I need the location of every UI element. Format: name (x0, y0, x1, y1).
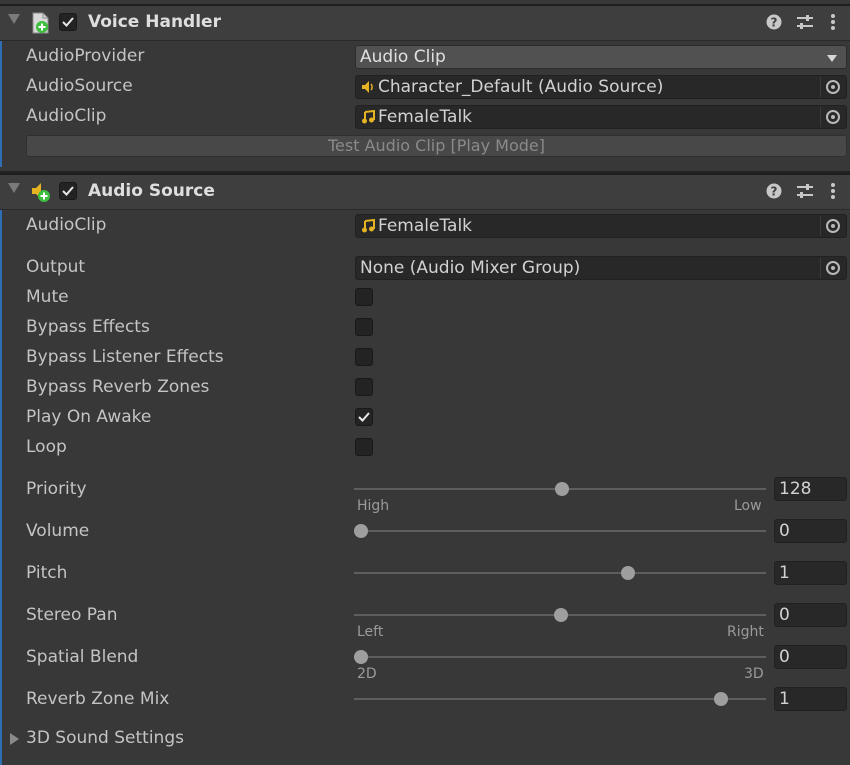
3d-sound-settings-foldout[interactable]: 3D Sound Settings (26, 728, 184, 748)
volume-slider-track[interactable] (354, 530, 766, 532)
audio-source-add-icon (32, 183, 50, 202)
selection-indicator (0, 36, 2, 167)
audioclip-object-field[interactable]: FemaleTalk (355, 214, 847, 238)
field-value: 1 (779, 689, 790, 709)
pitch-slider-thumb[interactable] (620, 566, 635, 580)
stereo-pan-label: Stereo Pan (26, 605, 118, 625)
audioprovider-label: AudioProvider (26, 46, 145, 66)
spatial-blend-number-field[interactable]: 0 (774, 645, 847, 669)
kebab-menu-icon[interactable] (830, 182, 836, 200)
component-title: Voice Handler (88, 12, 221, 32)
bypass-effects-checkbox[interactable] (355, 318, 373, 336)
presets-icon[interactable] (796, 183, 814, 199)
speaker-icon (362, 81, 373, 93)
spatial-blend-label: Spatial Blend (26, 647, 139, 667)
reverb-zone-mix-slider-thumb[interactable] (714, 692, 728, 706)
foldout-arrow-icon[interactable] (8, 183, 20, 193)
field-value: 1 (779, 563, 790, 583)
output-label: Output (26, 257, 86, 277)
stereo-pan-number-field[interactable]: 0 (774, 603, 847, 627)
object-picker-icon[interactable] (820, 216, 845, 236)
music-note-icon (362, 219, 375, 233)
object-picker-icon[interactable] (820, 258, 845, 278)
priority-slider-thumb[interactable] (554, 482, 569, 496)
object-picker-icon[interactable] (820, 107, 845, 127)
audioclip-object-field[interactable]: FemaleTalk (355, 105, 847, 129)
audioclip-label: AudioClip (26, 215, 107, 235)
bypass-listener-effects-label: Bypass Listener Effects (26, 347, 224, 367)
field-value: 0 (779, 647, 790, 667)
help-icon[interactable]: ? (766, 14, 782, 30)
pitch-label: Pitch (26, 563, 68, 583)
priority-number-field[interactable]: 128 (774, 477, 847, 501)
volume-label: Volume (26, 521, 90, 541)
audiosource-object-field[interactable]: Character_Default (Audio Source) (355, 75, 847, 99)
stereo-pan-slider-thumb[interactable] (554, 608, 568, 622)
field-value: 128 (779, 479, 812, 499)
bypass-listener-effects-checkbox[interactable] (355, 348, 373, 366)
reverb-zone-mix-slider-track[interactable] (354, 698, 766, 700)
field-value: Character_Default (Audio Source) (378, 77, 664, 97)
foldout-arrow-icon[interactable] (10, 733, 19, 745)
dropdown-value: Audio Clip (360, 47, 446, 67)
field-value: FemaleTalk (378, 107, 473, 127)
spatial-blend-min-label: 2D (357, 666, 377, 682)
spatial-blend-slider-thumb[interactable] (354, 650, 368, 664)
play-on-awake-label: Play On Awake (26, 407, 152, 427)
audio-source-enabled-checkbox[interactable] (59, 182, 77, 200)
field-value: 0 (779, 605, 790, 625)
audio-source-header[interactable]: Audio Source ? (0, 173, 850, 210)
priority-min-label: High (357, 498, 390, 514)
loop-checkbox[interactable] (355, 438, 373, 456)
presets-icon[interactable] (796, 14, 814, 30)
pitch-number-field[interactable]: 1 (774, 561, 847, 585)
priority-max-label: Low (734, 498, 762, 514)
svg-text:?: ? (771, 185, 778, 199)
stereo-pan-max-label: Right (727, 624, 764, 640)
field-value: 0 (779, 521, 790, 541)
foldout-arrow-icon[interactable] (8, 14, 20, 24)
volume-slider-thumb[interactable] (354, 524, 368, 538)
object-picker-icon[interactable] (820, 77, 845, 97)
test-audio-clip-button[interactable]: Test Audio Clip [Play Mode] (26, 135, 847, 157)
checkmark-icon (358, 412, 370, 422)
field-value: FemaleTalk (378, 216, 473, 236)
bypass-effects-label: Bypass Effects (26, 317, 150, 337)
voice-handler-enabled-checkbox[interactable] (59, 13, 77, 31)
selection-indicator (0, 205, 2, 765)
loop-label: Loop (26, 437, 67, 457)
mute-label: Mute (26, 287, 69, 307)
audioclip-label: AudioClip (26, 106, 107, 126)
chevron-down-icon (827, 55, 837, 62)
spatial-blend-slider-track[interactable] (354, 656, 766, 658)
bypass-reverb-zones-label: Bypass Reverb Zones (26, 377, 210, 397)
bypass-reverb-zones-checkbox[interactable] (355, 378, 373, 396)
audioprovider-dropdown[interactable]: Audio Clip (355, 45, 847, 69)
script-add-icon (32, 12, 49, 34)
voice-handler-header[interactable]: Voice Handler ? (0, 4, 850, 41)
reverb-zone-mix-number-field[interactable]: 1 (774, 687, 847, 711)
pitch-slider-track[interactable] (354, 572, 766, 574)
component-title: Audio Source (88, 181, 215, 201)
mute-checkbox[interactable] (355, 288, 373, 306)
play-on-awake-checkbox[interactable] (355, 408, 373, 426)
reverb-zone-mix-label: Reverb Zone Mix (26, 689, 170, 709)
svg-text:?: ? (771, 16, 778, 30)
kebab-menu-icon[interactable] (830, 13, 836, 31)
help-icon[interactable]: ? (766, 183, 782, 199)
priority-label: Priority (26, 479, 87, 499)
spatial-blend-max-label: 3D (744, 666, 764, 682)
field-value: None (Audio Mixer Group) (360, 258, 581, 278)
stereo-pan-min-label: Left (357, 624, 384, 640)
volume-number-field[interactable]: 0 (774, 519, 847, 543)
music-note-icon (362, 110, 375, 124)
output-object-field[interactable]: None (Audio Mixer Group) (355, 256, 847, 280)
audiosource-label: AudioSource (26, 76, 133, 96)
